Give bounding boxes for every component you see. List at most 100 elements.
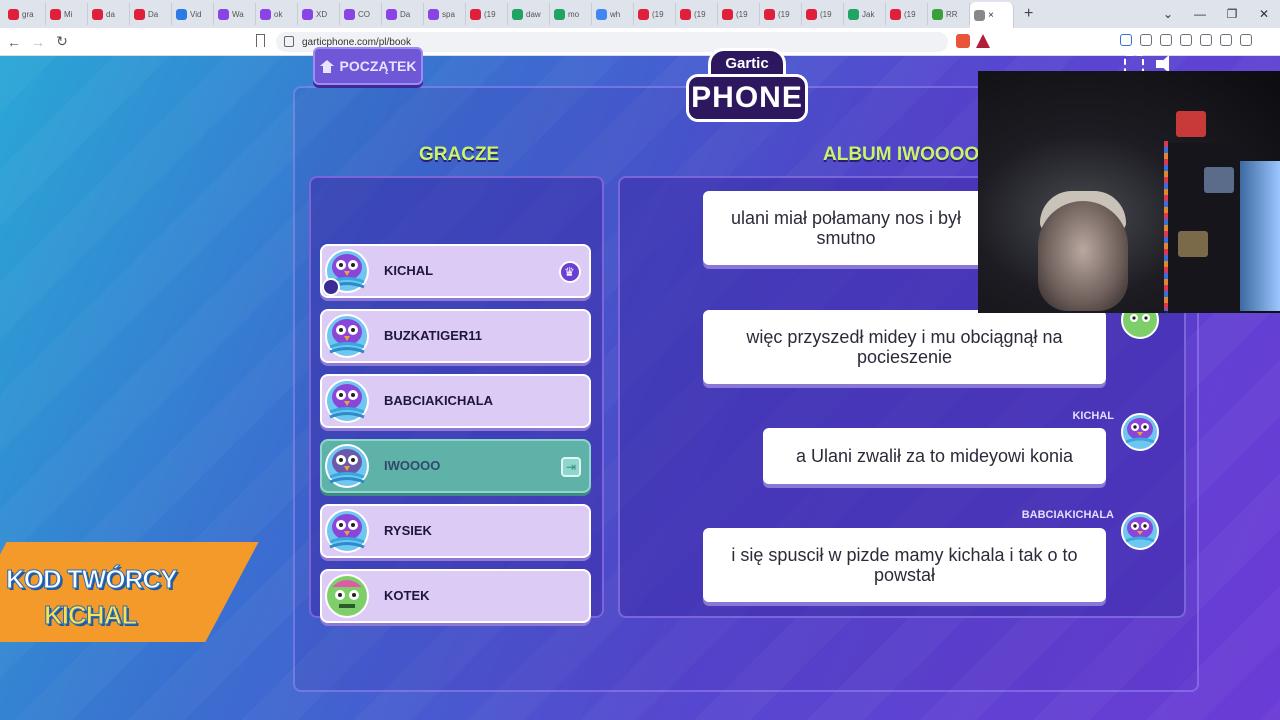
player-row: IWOOOO — [320, 439, 591, 493]
album-entry-2: więc przyszedł midey i mu obciągnął na p… — [703, 310, 1106, 384]
purple-bird-avatar-icon — [1121, 413, 1159, 451]
close-window-button[interactable]: ✕ — [1248, 7, 1280, 21]
player-row: BUZKATIGER11 — [320, 309, 591, 363]
menu-icon[interactable] — [1260, 34, 1272, 46]
purple-bird-avatar-icon — [1121, 512, 1159, 550]
tab-label: RR — [946, 9, 958, 19]
tab-favicon-icon — [596, 8, 607, 20]
address-bar-row: ← → ↻ garticphone.com/pl/book — [0, 28, 1280, 56]
tab-label: (19 — [652, 9, 664, 19]
webcam-person — [1038, 201, 1128, 311]
tab-label: Da — [400, 9, 411, 19]
browser-tab[interactable]: (19 — [802, 3, 844, 25]
tab-favicon-icon — [848, 8, 859, 20]
tab-label: Vid — [190, 9, 202, 19]
window-controls: ⌄ — ❐ ✕ — [1152, 0, 1280, 28]
browser-tab[interactable]: XD — [298, 3, 340, 25]
album-author-kichal: KICHAL — [1072, 410, 1114, 422]
player-name: IWOOOO — [384, 458, 441, 473]
browser-tab[interactable]: gra — [4, 3, 46, 25]
vpn-icon[interactable] — [1240, 34, 1252, 46]
browser-tab[interactable]: Da — [130, 3, 172, 25]
tab-label: daw — [526, 9, 541, 19]
tab-favicon-icon — [386, 8, 397, 20]
tab-favicon-icon — [302, 8, 313, 20]
player-row: KOTEK — [320, 569, 591, 623]
browser-tab[interactable]: (19 — [466, 3, 508, 25]
tab-label: (19 — [904, 9, 916, 19]
tab-label: (19 — [736, 9, 748, 19]
tab-favicon-icon — [470, 8, 481, 20]
webcam-figure — [1176, 111, 1206, 137]
player-row: BABCIAKICHALA — [320, 374, 591, 428]
player-name: BABCIAKICHALA — [384, 393, 494, 408]
tab-strip: gra Mi da Da Vid Wa ok XD CO Da spa (19 daw mo wh (19 (1… — [0, 0, 1280, 28]
audio-icon — [974, 9, 985, 21]
leo-icon[interactable] — [1220, 34, 1232, 46]
purple-bird-avatar-icon — [325, 314, 369, 358]
tab-favicon-icon — [92, 8, 103, 20]
home-button[interactable]: POCZĄTEK — [313, 47, 423, 85]
browser-tab[interactable]: mo — [550, 3, 592, 25]
browser-tab[interactable]: (19 — [886, 3, 928, 25]
browser-tab[interactable]: (19 — [718, 3, 760, 25]
browser-tab[interactable]: Da — [382, 3, 424, 25]
translate-icon[interactable] — [1120, 34, 1132, 46]
site-info-icon[interactable] — [284, 36, 294, 47]
album-entry-3: a Ulani zwalił za to mideyowi konia — [763, 428, 1106, 484]
browser-tab[interactable]: Vid — [172, 3, 214, 25]
browser-tab[interactable]: RR — [928, 3, 970, 25]
bookmark-icon[interactable] — [256, 34, 265, 47]
active-tab[interactable]: × — [970, 2, 1014, 28]
forward-button[interactable]: → — [28, 34, 48, 50]
browser-tab[interactable]: da — [88, 3, 130, 25]
crown-icon — [559, 261, 581, 283]
creator-code-badge: KOD TWÓRCY KICHAL — [0, 534, 259, 648]
tab-label: mo — [568, 9, 580, 19]
brave-shield-icon[interactable] — [956, 34, 970, 48]
tab-favicon-icon — [344, 8, 355, 20]
browser-tab[interactable]: (19 — [634, 3, 676, 25]
player-row: RYSIEK — [320, 504, 591, 558]
minimize-button[interactable]: — — [1184, 7, 1216, 21]
player-name: KICHAL — [384, 263, 434, 278]
tab-favicon-icon — [218, 8, 229, 20]
new-tab-button[interactable]: + — [1024, 5, 1033, 23]
tab-favicon-icon — [176, 8, 187, 20]
tab-search-button[interactable]: ⌄ — [1152, 7, 1184, 21]
browser-tab[interactable]: Wa — [214, 3, 256, 25]
browser-tab[interactable]: CO — [340, 3, 382, 25]
sidebar-icon[interactable] — [1180, 34, 1192, 46]
restore-button[interactable]: ❐ — [1216, 7, 1248, 21]
browser-tab[interactable]: (19 — [760, 3, 802, 25]
tab-label: gra — [22, 9, 34, 19]
back-button[interactable]: ← — [4, 34, 24, 50]
browser-tab[interactable]: wh — [592, 3, 634, 25]
media-icon[interactable] — [1160, 34, 1172, 46]
extensions-icon[interactable] — [1140, 34, 1152, 46]
tab-favicon-icon — [50, 8, 61, 20]
tab-label: (19 — [484, 9, 496, 19]
tab-label: Mi — [64, 9, 73, 19]
browser-tab[interactable]: ok — [256, 3, 298, 25]
brave-rewards-icon[interactable] — [976, 34, 990, 48]
close-tab-icon[interactable]: × — [988, 10, 994, 21]
browser-tab[interactable]: Jak — [844, 3, 886, 25]
webcam-figure — [1204, 167, 1234, 193]
wallet-icon[interactable] — [1200, 34, 1212, 46]
purple-bird-avatar-icon — [325, 509, 369, 553]
player-name: BUZKATIGER11 — [384, 328, 482, 343]
tab-favicon-icon — [932, 8, 943, 20]
browser-tab[interactable]: (19 — [676, 3, 718, 25]
purple-bird-avatar-icon — [325, 379, 369, 423]
browser-tab[interactable]: Mi — [46, 3, 88, 25]
creator-code-label: KOD TWÓRCY — [6, 564, 179, 595]
player-row: KICHAL — [320, 244, 591, 298]
players-title: GRACZE — [419, 144, 500, 165]
browser-tab[interactable]: spa — [424, 3, 466, 25]
browser-tab[interactable]: daw — [508, 3, 550, 25]
webcam-overlay — [978, 71, 1280, 313]
tab-favicon-icon — [554, 8, 565, 20]
reload-button[interactable]: ↻ — [52, 33, 72, 50]
tab-label: da — [106, 9, 115, 19]
